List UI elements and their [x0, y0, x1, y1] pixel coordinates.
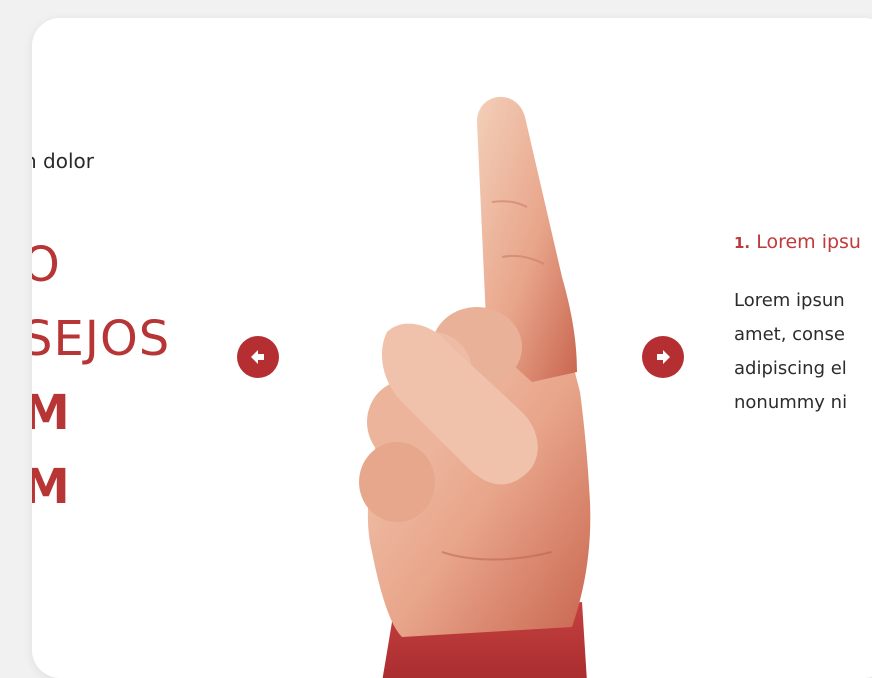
step-body-line-3: adipiscing el	[734, 358, 847, 379]
step-number: 1.	[734, 234, 751, 252]
prev-button[interactable]	[237, 336, 279, 378]
headline-line-3: M	[32, 385, 71, 441]
next-button[interactable]	[642, 336, 684, 378]
step-body-line-1: Lorem ipsun	[734, 290, 845, 311]
arrow-left-icon	[251, 350, 264, 364]
headline: O SEJOS M M	[32, 228, 170, 524]
step-title-text: Lorem ipsu	[756, 231, 861, 253]
headline-line-2: SEJOS	[32, 311, 171, 367]
step-body-line-4: nonummy ni	[734, 392, 848, 413]
headline-line-4: M	[32, 459, 71, 515]
step-title: 1. Lorem ipsu	[734, 231, 861, 253]
intro-text: n dolor	[32, 149, 94, 173]
step-body-line-2: amet, conse	[734, 324, 845, 345]
content-card: n dolor O SEJOS M M	[32, 18, 872, 678]
headline-line-1: O	[32, 237, 61, 293]
pointing-hand-illustration	[359, 96, 591, 678]
step-body: Lorem ipsun amet, conse adipiscing el no…	[734, 284, 872, 420]
arrow-right-icon	[657, 350, 670, 364]
